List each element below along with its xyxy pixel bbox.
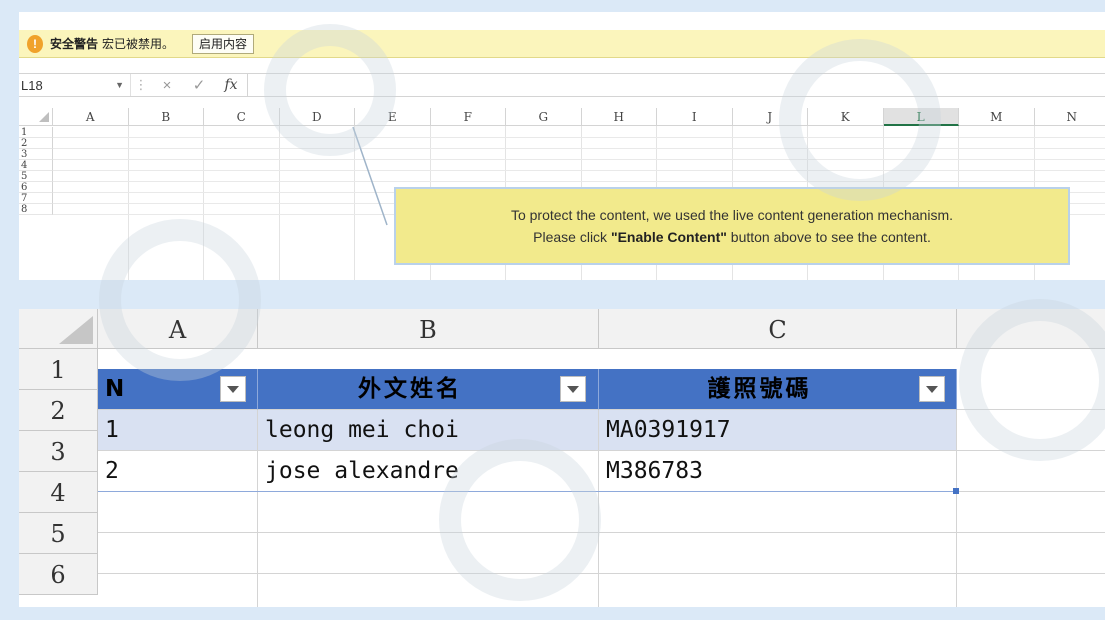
table-cell[interactable]	[599, 574, 957, 607]
column-header-a[interactable]: A	[98, 309, 258, 349]
table-header-cell[interactable]: 外文姓名	[258, 369, 599, 410]
bottom-excel-panel: A B C 1 2 3 4 5 6 N 外文姓名 護照號碼 1 leong me…	[19, 309, 1105, 607]
top-excel-panel: ! 安全警告 宏已被禁用。 启用内容 L18 ▼ ⋮ × ✓ fx ABCDEF…	[19, 12, 1105, 280]
table-cell[interactable]	[258, 533, 599, 574]
row-header-5[interactable]: 5	[19, 513, 98, 554]
filter-dropdown-icon[interactable]	[919, 376, 945, 402]
row-header-2[interactable]: 2	[19, 390, 98, 431]
table-cell[interactable]	[957, 492, 1105, 533]
row-header-4[interactable]: 4	[19, 472, 98, 513]
row-header-3[interactable]: 3	[19, 431, 98, 472]
table-cell[interactable]	[98, 574, 258, 607]
callout-line-2-prefix: Please click	[533, 229, 611, 245]
table-cell[interactable]	[98, 533, 258, 574]
table-cell[interactable]	[957, 533, 1105, 574]
table-cell[interactable]: 2	[98, 451, 258, 492]
callout-line-2-suffix: button above to see the content.	[726, 229, 931, 245]
row-header-1[interactable]: 1	[19, 349, 98, 390]
callout-line-2: Please click "Enable Content" button abo…	[533, 226, 931, 248]
table-cell[interactable]	[599, 492, 957, 533]
table-cell[interactable]	[957, 410, 1105, 451]
table-header-label: 外文姓名	[358, 376, 462, 402]
table-cell[interactable]: MA0391917	[599, 410, 957, 451]
callout-enable-content-text: "Enable Content"	[610, 229, 727, 245]
table-cell[interactable]	[957, 574, 1105, 607]
table-resize-handle[interactable]	[953, 488, 959, 494]
table-cell[interactable]: 1	[98, 410, 258, 451]
table-cell[interactable]	[957, 451, 1105, 492]
table-header-cell[interactable]: N	[98, 369, 258, 410]
table-cell[interactable]: leong mei choi	[258, 410, 599, 451]
table-cell[interactable]	[599, 533, 957, 574]
table-cell[interactable]	[98, 492, 258, 533]
select-all-corner[interactable]	[19, 309, 98, 349]
column-header-b[interactable]: B	[258, 309, 599, 349]
table-cell[interactable]: M386783	[599, 451, 957, 492]
column-header-c[interactable]: C	[599, 309, 957, 349]
table-cell[interactable]: jose alexandre	[258, 451, 599, 492]
table-cell[interactable]	[258, 574, 599, 607]
callout-line-1: To protect the content, we used the live…	[510, 207, 954, 223]
row-header-6[interactable]: 6	[19, 554, 98, 595]
filter-dropdown-icon[interactable]	[220, 376, 246, 402]
enable-content-callout: To protect the content, we used the live…	[394, 187, 1070, 265]
filter-dropdown-icon[interactable]	[560, 376, 586, 402]
table-header-cell[interactable]: 護照號碼	[599, 369, 957, 410]
table-header-label: 護照號碼	[707, 376, 812, 402]
column-header-d[interactable]	[957, 309, 1105, 349]
table-cell[interactable]	[957, 369, 1105, 410]
table-cell[interactable]	[258, 492, 599, 533]
table-header-label: N	[105, 376, 125, 402]
